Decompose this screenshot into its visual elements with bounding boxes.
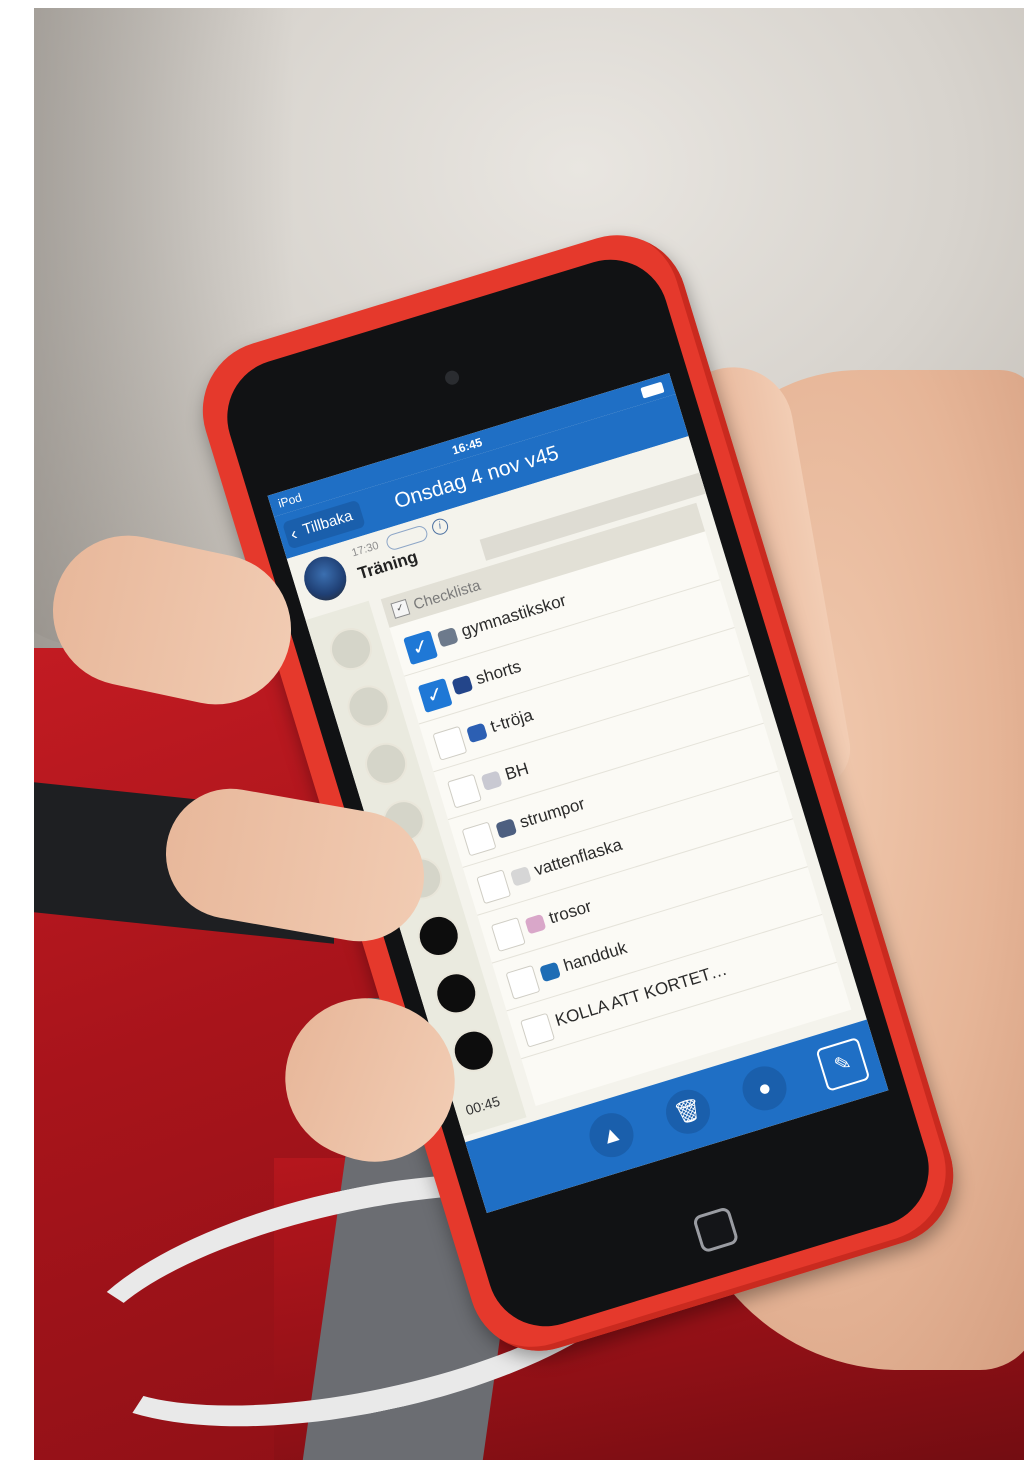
timer-dot [430, 967, 483, 1020]
trash-icon[interactable]: 🗑 [660, 1084, 716, 1140]
checklist-item-label: handduk [561, 937, 630, 976]
bell-icon[interactable]: ▲ [584, 1107, 639, 1163]
bra-icon [480, 770, 503, 791]
checklist-checkbox[interactable] [505, 964, 541, 1000]
checklist-checkbox[interactable] [432, 725, 468, 761]
back-label: Tillbaka [300, 507, 355, 539]
timer-dot [447, 1024, 501, 1077]
timer-dot [342, 680, 395, 733]
checklist-checkbox[interactable]: ✓ [403, 630, 439, 666]
edit-icon[interactable]: ✎ [815, 1036, 871, 1092]
info-icon[interactable]: i [430, 516, 451, 537]
checklist-icon: ✓ [390, 598, 411, 619]
towel-icon [539, 961, 562, 983]
timer-label: 00:45 [463, 1092, 502, 1119]
status-carrier: iPod [276, 490, 304, 511]
checklist-checkbox[interactable] [520, 1012, 556, 1048]
bottle-icon [509, 866, 532, 887]
checklist-checkbox[interactable] [490, 917, 526, 953]
event-avatar-icon [298, 551, 352, 606]
event-time: 17:30 [350, 539, 381, 560]
checklist-checkbox[interactable] [476, 869, 512, 905]
checklist-item-label: strumpor [517, 794, 588, 832]
shorts-icon [451, 674, 474, 696]
timer-dot [324, 622, 378, 676]
checklist-item-label: BH [502, 758, 531, 784]
front-camera-icon [443, 368, 461, 387]
checklist-item-label: trosor [546, 896, 594, 928]
shoe-icon [436, 626, 459, 648]
socks-icon [495, 818, 518, 839]
tshirt-icon [466, 722, 488, 744]
chevron-left-icon: ‹ [287, 523, 300, 545]
battery-icon [640, 381, 665, 399]
timer-dot [412, 909, 465, 963]
tag-pill-icon[interactable] [384, 524, 430, 552]
checklist-item-label: shorts [473, 656, 524, 689]
checklist-item-label: t-tröja [488, 705, 536, 737]
checklist-checkbox[interactable] [447, 773, 482, 809]
timer-dot [359, 737, 413, 791]
person-chat-icon[interactable]: ● [737, 1060, 792, 1116]
underwear-icon [524, 913, 547, 935]
checklist-checkbox[interactable] [461, 821, 497, 857]
checklist-checkbox[interactable]: ✓ [417, 677, 453, 713]
home-button[interactable] [692, 1206, 740, 1254]
